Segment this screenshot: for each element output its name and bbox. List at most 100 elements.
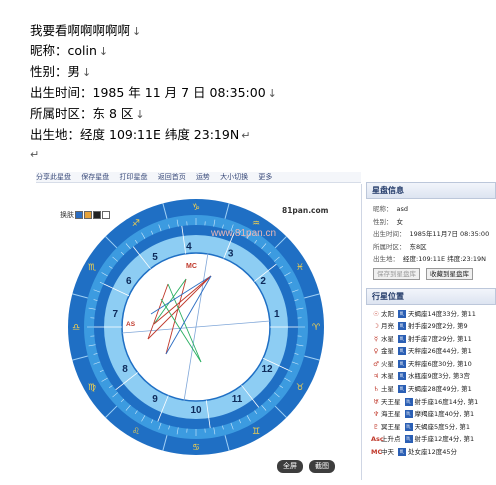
birth-time-label: 出生时间： bbox=[30, 85, 93, 100]
planet-row: MC中天 ♏ 处女座12度45分 bbox=[366, 446, 496, 459]
planet-position: 天秤座26度44分, 第1 bbox=[408, 347, 472, 356]
planet-name: 海王星 bbox=[381, 410, 401, 419]
zodiac-sign-icon: ♑ bbox=[192, 203, 200, 213]
planet-row: ♃ 木星 ♏ 水瓶座9度3分, 第3宫 bbox=[366, 370, 496, 383]
chart-toolbar: 分享此星盘 保存星盘 打印星盘 返回首页 运势 大小切换 更多 bbox=[36, 172, 361, 183]
toolbar-item[interactable]: 打印星盘 bbox=[119, 173, 147, 181]
gender-value: 男 bbox=[67, 64, 81, 79]
toolbar-item[interactable]: 更多 bbox=[258, 173, 272, 181]
planet-name: 月亮 bbox=[381, 322, 394, 331]
planet-row: ♄ 土星 ♏ 天蝎座28度49分, 第1 bbox=[366, 383, 496, 396]
zodiac-sign-icon: ♏ bbox=[398, 347, 406, 356]
info-panel-title: 星盘信息 bbox=[366, 182, 496, 199]
nickname-value: colin bbox=[67, 43, 97, 58]
info-label: 所属时区： bbox=[373, 242, 406, 251]
line-break-mark: ↓ bbox=[135, 108, 145, 121]
zodiac-sign-icon: ♏ bbox=[398, 448, 406, 457]
zodiac-sign-icon: ♓ bbox=[296, 263, 304, 273]
planet-row: ♀ 金星 ♏ 天秤座26度44分, 第1 bbox=[366, 345, 496, 358]
info-value: asd bbox=[396, 205, 409, 213]
zodiac-sign-icon: ♋ bbox=[192, 443, 200, 453]
planet-position: 水瓶座9度3分, 第3宫 bbox=[408, 372, 471, 381]
zodiac-sign-icon: ♏ bbox=[398, 334, 406, 343]
chart-frame: 换肤 81pan.com ♈ ♉ ♊ ♋ ♌ ♍ ♎ ♏ ♐ ♑ ♒ ♓ 1 2 3 4 5 6 7 8 9 10 11 12… bbox=[36, 184, 362, 480]
toolbar-item[interactable]: 分享此星盘 bbox=[36, 173, 71, 181]
planet-name: 太阳 bbox=[381, 309, 394, 318]
astrology-wheel: ♈♉♊♋♌♍♎♏♐♑♒♓123456789101112MCASwww.81pan… bbox=[68, 199, 324, 455]
doc-line-nickname: 昵称：colin ↓ bbox=[30, 43, 108, 60]
house-number: 3 bbox=[228, 249, 234, 260]
line-break-mark: ↓ bbox=[82, 66, 92, 79]
toolbar-item[interactable]: 大小切换 bbox=[220, 173, 248, 181]
planet-name: 水星 bbox=[381, 334, 394, 343]
zodiac-sign-icon: ♏ bbox=[398, 359, 406, 368]
fullscreen-button[interactable]: 全屏 bbox=[277, 460, 303, 473]
planet-position: 射手座12度4分, 第1 bbox=[414, 435, 475, 444]
planet-name: 金星 bbox=[381, 347, 394, 356]
zodiac-sign-icon: ♎ bbox=[72, 323, 80, 333]
planet-glyph-icon: MC bbox=[371, 448, 383, 457]
info-row-nickname: 昵称： asd bbox=[366, 203, 496, 216]
planet-row: ♇ 冥王星 ♏ 天蝎座5度5分, 第1 bbox=[366, 421, 496, 434]
house-number: 4 bbox=[186, 241, 192, 252]
zodiac-sign-icon: ♏ bbox=[398, 372, 406, 381]
doc-line-title: 我要看啊啊啊啊啊 ↓ bbox=[30, 23, 141, 40]
house-number: 5 bbox=[152, 252, 158, 263]
line-break-mark: ↓ bbox=[132, 25, 142, 38]
house-number: 8 bbox=[122, 364, 128, 375]
line-break-mark: ↓ bbox=[98, 45, 109, 58]
zodiac-sign-icon: ♉ bbox=[296, 383, 304, 393]
gender-label: 性别： bbox=[30, 64, 68, 79]
watermark: www.81pan.cn bbox=[210, 228, 276, 239]
planet-glyph-icon: Asc bbox=[371, 435, 384, 444]
doc-line-birth-time: 出生时间：1985 年 11 月 7 日 08:35:00 ↓ bbox=[30, 85, 277, 102]
info-label: 出生时间： bbox=[373, 230, 406, 238]
save-to-library-button[interactable]: 保存到星盘库 bbox=[373, 267, 420, 280]
house-number: 9 bbox=[152, 394, 158, 405]
planet-glyph-icon: ♄ bbox=[373, 385, 379, 394]
planet-row: ☉ 太阳 ♏ 天蝎座14度33分, 第11 bbox=[366, 308, 496, 321]
planet-position: 摩羯座1度40分, 第1 bbox=[414, 410, 475, 419]
toolbar-item[interactable]: 返回首页 bbox=[158, 173, 186, 181]
birthplace-label: 出生地： bbox=[30, 127, 81, 142]
timezone-value: 东 8 区 bbox=[92, 106, 134, 121]
planet-position: 天蝎座5度5分, 第1 bbox=[414, 422, 471, 431]
planet-glyph-icon: ♅ bbox=[373, 397, 379, 406]
planet-name: 土星 bbox=[381, 385, 394, 394]
planet-glyph-icon: ☉ bbox=[373, 309, 379, 318]
planet-row: ♆ 海王星 ♏ 摩羯座1度40分, 第1 bbox=[366, 408, 496, 421]
mc-label: MC bbox=[186, 263, 197, 270]
planet-name: 木星 bbox=[381, 372, 394, 381]
info-row-timezone: 所属时区： 东8区 bbox=[366, 241, 496, 254]
return-mark: ↵ bbox=[241, 129, 251, 142]
nickname-label: 昵称： bbox=[30, 43, 68, 58]
zodiac-sign-icon: ♏ bbox=[404, 435, 413, 444]
info-row-birthplace: 出生地： 经度:109:11E 纬度:23:19N bbox=[366, 253, 496, 266]
info-value: 女 bbox=[396, 217, 404, 226]
timezone-label: 所属时区： bbox=[30, 106, 93, 121]
planet-row: ☽ 月亮 ♏ 射手座29度2分, 第9 bbox=[366, 320, 496, 333]
planet-row: Asc上升点 ♏ 射手座12度4分, 第1 bbox=[366, 433, 496, 446]
zodiac-sign-icon: ♊ bbox=[252, 427, 260, 437]
zodiac-sign-icon: ♏ bbox=[404, 397, 413, 406]
birthplace-value: 经度 109:11E 纬度 23:19N bbox=[80, 127, 240, 142]
planet-position: 射手座29度2分, 第9 bbox=[408, 322, 468, 331]
planet-glyph-icon: ♀ bbox=[373, 347, 379, 356]
toolbar-item[interactable]: 运势 bbox=[196, 173, 210, 181]
toolbar-item[interactable]: 保存星盘 bbox=[81, 173, 109, 181]
doc-line-birthplace: 出生地：经度 109:11E 纬度 23:19N ↵ bbox=[30, 127, 250, 144]
zodiac-sign-icon: ♏ bbox=[404, 410, 413, 419]
planet-row: ♂ 火星 ♏ 天秤座6度30分, 第10 bbox=[366, 358, 496, 371]
planet-list: ☉ 太阳 ♏ 天蝎座14度33分, 第11 ☽ 月亮 ♏ 射手座29度2分, 第9 ☿ 水星 ♏ 射手… bbox=[366, 308, 496, 459]
doc-line-gender: 性别：男 ↓ bbox=[30, 64, 91, 81]
planet-name: 天王星 bbox=[381, 397, 401, 406]
house-number: 7 bbox=[112, 309, 118, 320]
zodiac-sign-icon: ♐ bbox=[132, 219, 140, 229]
zodiac-sign-icon: ♏ bbox=[88, 263, 96, 273]
planet-glyph-icon: ♆ bbox=[373, 410, 379, 419]
planet-name: 上升点 bbox=[381, 435, 401, 444]
planet-glyph-icon: ☿ bbox=[374, 334, 378, 343]
favorite-button[interactable]: 收藏到星盘库 bbox=[426, 267, 473, 280]
screenshot-button[interactable]: 截图 bbox=[309, 460, 335, 473]
planet-panel-title: 行星位置 bbox=[366, 287, 496, 305]
